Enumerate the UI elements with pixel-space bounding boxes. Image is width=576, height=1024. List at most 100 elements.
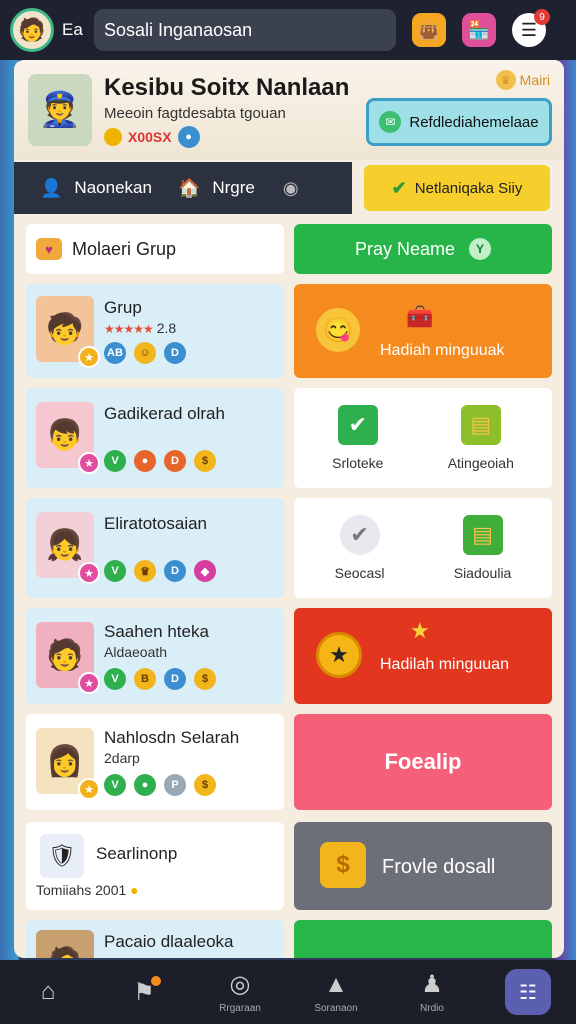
profile-subtitle: Meeoin fagtdesabta tgouan [104,105,286,122]
coin-value: X00SX [128,129,172,145]
user-icon: 👤 [40,177,63,198]
coin-icon: $ [194,774,216,796]
grey-card[interactable]: $ Frovle dosall [294,822,552,910]
chat-icon: ● [134,774,156,796]
jar-icon: ▤ [460,405,501,445]
star-icon: ★ [78,778,100,800]
v-icon: V [104,668,126,690]
p-icon: P [164,774,186,796]
task-item[interactable]: ▤ Atingeoiah [448,405,514,471]
main-panel: 👮 Kesibu Soitx Nanlaan Meeoin fagtdesabt… [14,60,564,958]
list-item[interactable]: 👦 ★ Gadikerad olrah V ● D $ [26,388,284,488]
shield-icon: 🛡 [40,834,84,878]
coin-icon [104,128,122,146]
target-icon: ◎ [229,971,251,998]
task-card: ✔ Seocasl ▤ Siadoulia [294,498,552,598]
bag-icon[interactable]: 👜 [412,13,446,47]
figure-icon: ♟ [421,971,443,998]
pray-button[interactable]: Pray Neame Y [294,224,552,274]
store-icon: 🏠 [177,177,201,198]
green-card[interactable] [294,920,552,958]
nav-quests[interactable]: ⚑ [104,975,184,1007]
card-title: Eliratotosaian [104,514,208,533]
d-icon: D [164,342,186,364]
tab-2[interactable]: 🏠 Nrgre [152,178,255,199]
flag-icon: ⚑ [133,975,161,1007]
emoji-icon: 😋 [316,308,360,352]
more-link[interactable]: ♛ Mairi [495,70,550,90]
task-label: Siadoulia [453,565,512,581]
coin-icon: $ [194,668,216,690]
profile-action-button[interactable]: ✉ Refdlediahemelaae [366,98,552,146]
search-bar[interactable]: Sosali Inganaosan [94,9,396,51]
card-icons: V ♛ D ◆ [104,560,216,582]
tab-group: 👤 Naonekan 🏠 Nrgre ◉ [14,162,352,214]
nav-tab-4[interactable]: ▲ Soranaon [296,971,376,1014]
v-icon: V [104,560,126,582]
reward-label: Hadilah minguuan [380,656,509,673]
tab-yellow-label: Netlaniqaka Siiy [414,179,523,197]
reward-card[interactable]: 😋 🧰 Hadiah minguuak [294,284,552,378]
list-item[interactable]: 👧 ★ Eliratotosaian V ♛ D ◆ [26,498,284,598]
d-icon: D [164,668,186,690]
medal-icon: ★ [316,632,362,678]
v-icon: V [104,450,126,472]
triangle-icon: ▲ [324,970,348,998]
task-item[interactable]: ▤ Siadoulia [453,515,512,581]
location-icon[interactable]: ◉ [283,178,299,199]
gem-icon: ◆ [194,560,216,582]
group-icon: ♥ [36,238,62,260]
crown-icon: ♛ [134,560,156,582]
card-title: Grup [104,298,142,317]
list-item[interactable]: 🛡 Searlinonp Tomiiahs 2001 ● [26,822,284,910]
pink-card[interactable]: Foealip [294,714,552,810]
b-icon: B [134,668,156,690]
chest-icon: 🧰 [406,304,434,329]
grey-label: Frovle dosall [382,856,496,878]
player-avatar[interactable]: 🧑 [10,8,54,52]
list-item[interactable]: 🧑 ★ Saahen hteka Aldaeoath V B D $ [26,608,284,704]
heart-icon: ★ [78,562,100,584]
list-item[interactable]: 🧔 Pacaio dlaaleoka [26,920,284,958]
card-icons: V ● D $ [104,450,216,472]
ball-icon: ● [134,450,156,472]
ab-icon: AB [104,342,126,364]
reward-card[interactable]: ★ ★ Hadilah minguuan [294,608,552,704]
chat-icon: ✉ [379,111,402,133]
notification-icon[interactable]: ☰ 9 [512,9,550,47]
bottom-nav: ⌂ ⚑ ◎ Rrgaraan ▲ Soranaon ♟ Nrdio ☷ [0,960,576,1024]
task-item[interactable]: ✔ Srloteke [332,405,383,471]
card-subtitle: Tomiiahs 2001 ● [36,882,139,898]
card-title: Pacaio dlaaleoka [104,932,234,951]
nav-menu[interactable]: ☷ [488,969,568,1015]
nav-home[interactable]: ⌂ [8,978,88,1006]
top-bar: 🧑 Ea Sosali Inganaosan 👜 🏪 ☰ 9 [0,0,576,60]
group-header-label: Molaeri Grup [72,238,177,259]
nav-tab-5[interactable]: ♟ Nrdio [392,970,472,1014]
profile-coins: X00SX ● [104,126,200,148]
home-icon: ⌂ [40,978,56,1005]
character-avatar: 👧 ★ [36,512,100,584]
list-item[interactable]: 🧒 ★ Grup ★★★★★ 2.8 AB ☺ D [26,284,284,378]
tab-yellow-button[interactable]: ✔ Netlaniqaka Siiy [364,165,550,211]
character-avatar: 👩 ★ [36,728,100,800]
shop-icon[interactable]: 🏪 [462,13,496,47]
list-item[interactable]: 👩 ★ Nahlosdn Selarah 2darp V ● P $ [26,714,284,810]
card-title: Saahen hteka [104,622,209,641]
reward-label: Hadiah minguuak [380,342,505,359]
pray-label: Pray Neame [354,238,456,259]
tab-bar: 👤 Naonekan 🏠 Nrgre ◉ ✔ Netlaniqaka Siiy [14,162,564,214]
card-icons: AB ☺ D [104,342,186,364]
money-icon: $ [320,842,366,888]
nav-tab-3[interactable]: ◎ Rrgaraan [200,970,280,1014]
task-item[interactable]: ✔ Seocasl [334,515,385,581]
card-rating: ★★★★★ 2.8 [104,320,177,336]
profile-name: Kesibu Soitx Nanlaan [104,74,350,101]
task-label: Seocasl [334,565,385,581]
character-avatar: 👦 ★ [36,402,100,474]
character-avatar: 🧑 ★ [36,622,100,694]
smile-icon: ☺ [134,342,156,364]
group-header[interactable]: ♥ Molaeri Grup [26,224,284,274]
card-title: Searlinonp [96,844,178,863]
tab-1[interactable]: 👤 Naonekan [14,178,152,199]
